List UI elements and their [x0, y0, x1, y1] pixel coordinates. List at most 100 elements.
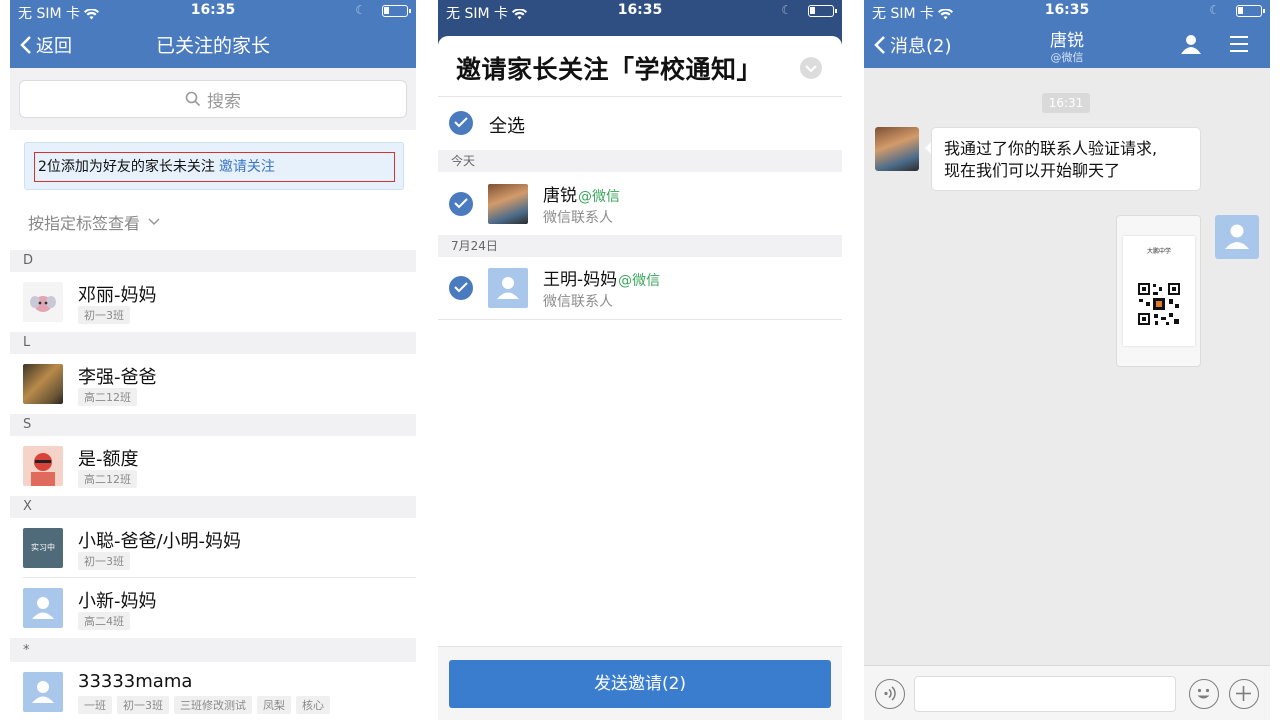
chat-title: 唐锐 — [1050, 31, 1084, 51]
battery-icon — [808, 5, 837, 17]
followed-parents-screen: 无 SIM 卡 16:35 ☾ 返回 已关注的家长 搜索 2位添加为好友的家长未… — [10, 0, 416, 720]
card-title: 大鹏中学 — [1146, 248, 1171, 255]
chat-subtitle: @微信 — [1050, 51, 1084, 64]
invite-sheet: 邀请家长关注「学校通知」 全选 今天 唐锐@微信 微信联系人 7月24日 王明-… — [438, 36, 842, 720]
chevron-down-icon — [148, 218, 160, 226]
tag-list: 初一3班 — [78, 306, 130, 324]
contact-row[interactable]: 是-额度 高二12班 — [10, 436, 416, 496]
tag: 高二4班 — [78, 612, 130, 630]
avatar — [23, 364, 63, 404]
avatar — [23, 282, 63, 322]
moon-icon: ☾ — [1209, 3, 1220, 17]
image-message-sent[interactable]: 大鹏中学 — [1116, 215, 1201, 367]
invite-follow-link[interactable]: 邀请关注 — [219, 159, 275, 175]
section-header: L — [10, 332, 416, 354]
send-invite-button[interactable]: 发送邀请(2) — [449, 660, 831, 708]
checkbox-checked[interactable] — [449, 192, 473, 216]
avatar: 实习中 — [23, 528, 63, 568]
section-header: X — [10, 496, 416, 518]
battery-icon — [1236, 5, 1265, 17]
contact-name: 李强-爸爸 — [78, 367, 157, 388]
person-icon[interactable] — [1180, 34, 1202, 54]
status-bar: 无 SIM 卡 16:35 ☾ — [438, 0, 842, 22]
nav-bar: 无 SIM 卡 16:35 ☾ 返回 已关注的家长 — [10, 0, 416, 68]
search-input[interactable]: 搜索 — [19, 80, 407, 118]
tag-list: 高二4班 — [78, 612, 130, 630]
contact-name: 33333mama — [78, 671, 193, 692]
tag: 初一3班 — [78, 552, 130, 570]
chevron-down-icon — [805, 65, 817, 73]
check-icon — [454, 117, 468, 128]
timestamp-chip: 16:31 — [1042, 93, 1090, 113]
tag-list: 高二12班 — [78, 388, 137, 406]
chat-input-bar — [864, 665, 1270, 720]
contact-name: 小聪-爸爸/小明-妈妈 — [78, 531, 242, 552]
bottom-bar: 发送邀请(2) — [438, 646, 842, 720]
contact-name: 小新-妈妈 — [78, 591, 157, 612]
default-avatar-icon[interactable] — [1215, 215, 1259, 259]
select-all-label: 全选 — [489, 116, 525, 137]
default-avatar-icon — [488, 268, 528, 308]
tag: 高二12班 — [78, 388, 137, 406]
qr-card: 大鹏中学 — [1123, 236, 1195, 346]
message-input[interactable] — [914, 676, 1176, 712]
tag: 核心 — [296, 696, 330, 714]
page-title: 已关注的家长 — [155, 35, 270, 57]
check-icon — [454, 198, 468, 209]
avatar — [488, 184, 528, 224]
tag-filter-dropdown[interactable]: 按指定标签查看 — [28, 210, 160, 234]
chat-screen: 无 SIM 卡 16:35 ☾ 消息(2) 唐锐 @微信 16:31 我通过了你… — [864, 0, 1270, 720]
plus-icon — [1236, 686, 1251, 701]
tag: 初一3班 — [117, 696, 169, 714]
checkbox-checked[interactable] — [449, 276, 473, 300]
contact-name: 王明-妈妈 — [543, 270, 618, 290]
status-bar: 无 SIM 卡 16:35 ☾ — [10, 0, 416, 22]
status-bar: 无 SIM 卡 16:35 ☾ — [864, 0, 1270, 22]
tag: 凤梨 — [257, 696, 291, 714]
moon-icon: ☾ — [355, 3, 366, 17]
section-header: 今天 — [438, 150, 842, 172]
contact-name: 唐锐 — [543, 186, 577, 206]
sheet-title: 邀请家长关注「学校通知」 — [456, 55, 763, 84]
contact-name: 是-额度 — [78, 449, 139, 470]
checkbox-checked[interactable] — [449, 111, 473, 135]
avatar[interactable] — [875, 127, 919, 171]
message-line: 我通过了你的联系人验证请求, — [944, 139, 1158, 158]
tag-list: 高二12班 — [78, 470, 137, 488]
contact-row[interactable]: 33333mama 一班 初一3班 三班修改测试 凤梨 核心 — [10, 662, 416, 720]
notice-highlight: 2位添加为好友的家长未关注 邀请关注 — [34, 152, 395, 182]
voice-button[interactable] — [875, 679, 905, 709]
contact-row[interactable]: 邓丽-妈妈 初一3班 — [10, 272, 416, 332]
tag: 一班 — [78, 696, 112, 714]
search-icon — [185, 91, 201, 107]
tag: 三班修改测试 — [174, 696, 252, 714]
tag: 初一3班 — [78, 306, 130, 324]
voice-icon — [884, 686, 896, 701]
more-button[interactable] — [1229, 679, 1259, 709]
message-line: 现在我们可以开始聊天了 — [944, 161, 1121, 180]
section-header: * — [10, 640, 416, 662]
default-avatar-icon — [23, 672, 63, 712]
collapse-button[interactable] — [800, 57, 822, 79]
contact-row[interactable]: 小新-妈妈 高二4班 — [10, 578, 416, 638]
avatar — [23, 446, 63, 486]
wechat-source-label: @微信 — [578, 189, 620, 205]
emoji-icon — [1197, 688, 1210, 699]
qr-code-icon — [1137, 282, 1181, 326]
menu-icon[interactable] — [1230, 36, 1248, 52]
emoji-button[interactable] — [1189, 679, 1219, 709]
notice-text: 2位添加为好友的家长未关注 — [38, 159, 215, 175]
invite-notice-banner[interactable]: 2位添加为好友的家长未关注 邀请关注 — [24, 142, 404, 190]
moon-icon: ☾ — [781, 3, 792, 17]
contact-name: 邓丽-妈妈 — [78, 285, 157, 306]
contact-row[interactable]: 实习中 小聪-爸爸/小明-妈妈 初一3班 — [10, 518, 416, 578]
wechat-source-label: @微信 — [618, 273, 661, 289]
default-avatar-icon — [23, 588, 63, 628]
tag-filter-label: 按指定标签查看 — [28, 214, 141, 233]
battery-icon — [382, 5, 411, 17]
contact-row[interactable]: 李强-爸爸 高二12班 — [10, 354, 416, 414]
section-header: D — [10, 250, 416, 272]
message-bubble-received[interactable]: 我通过了你的联系人验证请求, 现在我们可以开始聊天了 — [925, 127, 1201, 191]
nav-bar: 无 SIM 卡 16:35 ☾ 消息(2) 唐锐 @微信 — [864, 0, 1270, 68]
tag-list: 一班 初一3班 三班修改测试 凤梨 核心 — [78, 696, 330, 714]
